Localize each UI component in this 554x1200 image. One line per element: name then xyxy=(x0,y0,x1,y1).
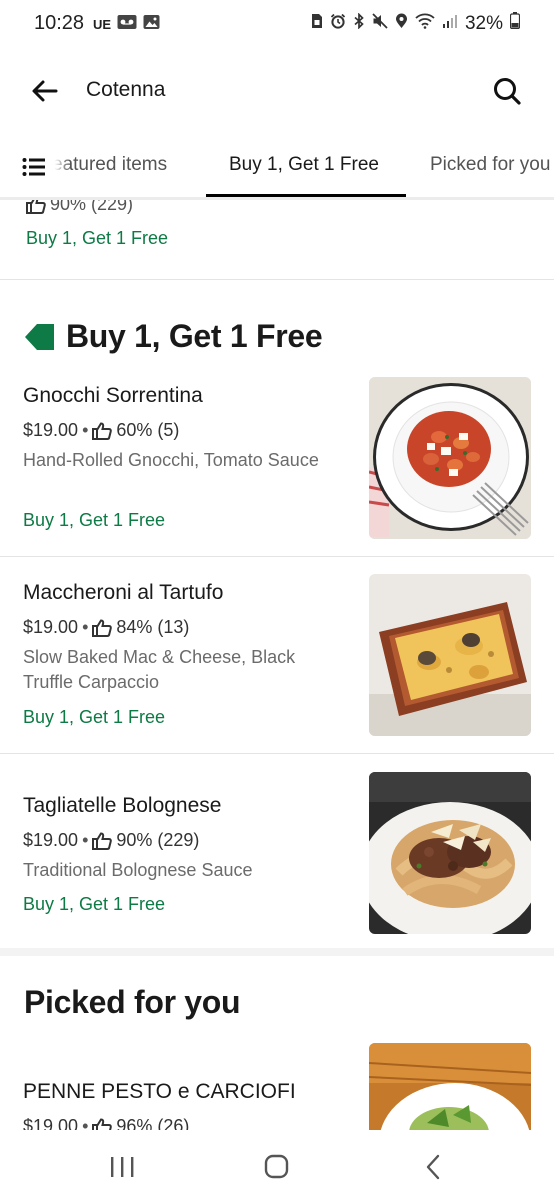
item-description: Slow Baked Mac & Cheese, Black Truffle C… xyxy=(23,647,296,692)
tab-picked-for-you[interactable]: Picked for you xyxy=(430,154,550,176)
location-icon xyxy=(395,13,408,35)
battery-icon xyxy=(509,12,521,35)
system-nav-bar xyxy=(0,1132,554,1200)
back-icon[interactable] xyxy=(414,1152,454,1182)
mac-cheese-dish-image[interactable] xyxy=(369,574,531,736)
item-name: Maccheroni al Tartufo xyxy=(23,581,224,604)
back-button[interactable] xyxy=(28,74,62,108)
bluetooth-icon xyxy=(353,11,365,35)
item-rating: 90% (229) xyxy=(26,200,133,215)
bolognese-plate-image[interactable] xyxy=(369,772,531,934)
battery-percent: 32% xyxy=(464,12,503,34)
status-time: 10:28 xyxy=(34,12,85,34)
tag-icon xyxy=(25,323,54,350)
list-item[interactable]: Maccheroni al Tartufo $19.00 • 84% (13) … xyxy=(0,557,554,754)
item-name: PENNE PESTO e CARCIOFI xyxy=(23,1080,296,1103)
thumbs-up-icon xyxy=(92,1117,113,1130)
item-description: Hand-Rolled Gnocchi, Tomato Sauce xyxy=(23,450,319,470)
section-divider xyxy=(0,948,554,956)
gallery-icon xyxy=(143,14,160,35)
list-item[interactable]: Gnocchi Sorrentina $19.00 • 60% (5) Hand… xyxy=(0,370,554,557)
penne-pesto-image[interactable] xyxy=(369,1043,531,1130)
signal-icon xyxy=(442,13,458,35)
arrow-left-icon xyxy=(32,80,58,102)
recents-icon[interactable] xyxy=(102,1152,142,1182)
home-icon[interactable] xyxy=(257,1152,297,1182)
list-icon[interactable] xyxy=(22,156,48,178)
list-item[interactable]: PENNE PESTO e CARCIOFI $19.00 • 96% (26) xyxy=(0,1036,554,1130)
thumbs-up-icon xyxy=(92,831,113,850)
gnocchi-plate-image[interactable] xyxy=(369,377,531,539)
sim-icon xyxy=(311,13,323,35)
item-promo: Buy 1, Get 1 Free xyxy=(23,707,166,727)
app-header: Cotenna xyxy=(0,60,554,122)
status-bar: 10:28 UE 32% xyxy=(0,0,554,50)
item-name: Tagliatelle Bolognese xyxy=(23,794,222,817)
status-right-icons: 32% xyxy=(311,11,521,35)
item-promo: Buy 1, Get 1 Free xyxy=(23,894,166,914)
item-meta: $19.00 • 60% (5) xyxy=(23,420,180,440)
category-tabs: eatured items Buy 1, Get 1 Free Picked f… xyxy=(0,138,554,200)
list-item-partial[interactable]: 90% (229) Buy 1, Get 1 Free xyxy=(0,200,554,280)
thumbs-up-icon xyxy=(92,618,113,637)
status-left-icons: UE xyxy=(93,14,160,35)
search-icon xyxy=(494,78,521,105)
search-button[interactable] xyxy=(490,74,524,108)
list-item[interactable]: Tagliatelle Bolognese $19.00 • 90% (229)… xyxy=(0,754,554,948)
alarm-icon xyxy=(330,13,346,35)
item-name: Gnocchi Sorrentina xyxy=(23,384,203,407)
menu-content[interactable]: 90% (229) Buy 1, Get 1 Free Buy 1, Get 1… xyxy=(0,200,554,1130)
item-meta: $19.00 • 96% (26) xyxy=(23,1116,189,1130)
item-description: Traditional Bolognese Sauce xyxy=(23,860,253,880)
thumbs-up-icon xyxy=(92,421,113,440)
section-heading-bogo: Buy 1, Get 1 Free xyxy=(24,318,323,355)
section-heading-picked: Picked for you xyxy=(24,984,241,1020)
item-promo: Buy 1, Get 1 Free xyxy=(26,228,169,248)
voicemail-icon xyxy=(117,14,137,35)
wifi-icon xyxy=(415,13,435,35)
item-promo: Buy 1, Get 1 Free xyxy=(23,510,166,530)
thumbs-up-icon xyxy=(26,200,46,214)
mute-icon xyxy=(372,12,388,35)
tab-buy1-get1[interactable]: Buy 1, Get 1 Free xyxy=(229,154,379,176)
item-meta: $19.00 • 90% (229) xyxy=(23,830,200,850)
carrier-ue-icon: UE xyxy=(93,17,112,32)
item-meta: $19.00 • 84% (13) xyxy=(23,617,190,637)
store-title: Cotenna xyxy=(86,78,166,101)
active-tab-indicator xyxy=(206,194,406,197)
